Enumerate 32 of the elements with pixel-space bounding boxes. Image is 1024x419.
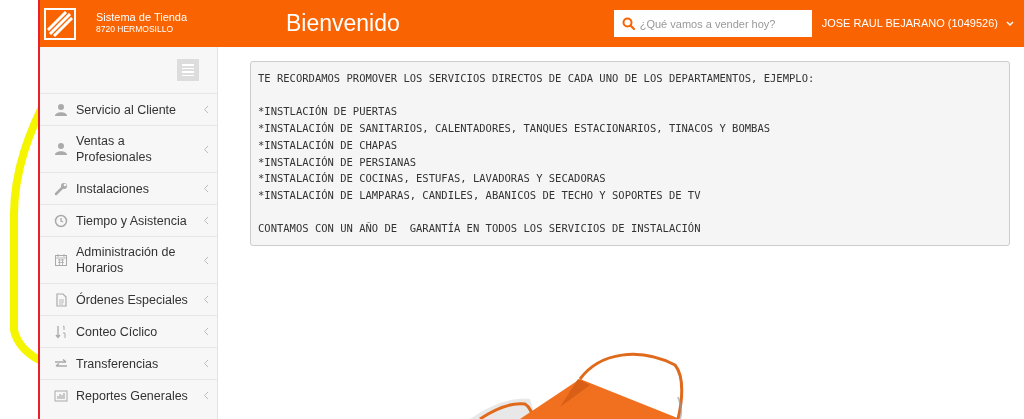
clock-icon <box>54 213 68 228</box>
bar-chart-icon <box>54 388 68 403</box>
system-name: Sistema de Tienda <box>96 11 188 24</box>
sidebar-item[interactable]: Instalaciones <box>40 172 217 204</box>
message-line: CONTAMOS CON UN AÑO DE GARANTÍA EN TODOS LOS SERVICIOS DE INSTALACIÓN <box>258 221 702 237</box>
message-line: *INSTALACIÓN DE LAMPARAS, CANDILES, ABANICOS DE TECHO Y SOPORTES DE TV <box>258 187 702 203</box>
message-line: *INSTALACIÓN DE COCINAS, ESTUFAS, LAVADORAS Y SECADORAS <box>258 171 607 187</box>
caret-icon <box>1006 20 1014 27</box>
message-line: TE RECORDAMOS PROMOVER LOS SERVICIOS DIRECTOS DE CADA UNO DE LOS DEPARTAMENTOS, EJEMPLO: <box>258 71 816 86</box>
logo-icon <box>44 7 76 40</box>
sort-icon <box>54 324 68 339</box>
message-line: *INSTALACIÓN DE PERSIANAS <box>258 154 418 170</box>
calendar-icon <box>54 253 68 267</box>
person-icon <box>54 142 68 156</box>
sidebar-item[interactable]: Órdenes Especiales <box>40 283 217 315</box>
store-name: 8720 HERMOSILLO <box>96 23 174 36</box>
sidebar-item[interactable]: Ventas a Profesionales <box>40 125 217 172</box>
sidebar-item[interactable]: Tiempo y Asistencia <box>40 204 217 236</box>
message-line: *INSTALACIÓN DE CHAPAS <box>258 137 399 153</box>
page-title: Bienvenido <box>286 9 400 39</box>
document-icon <box>54 292 68 307</box>
person-icon <box>54 102 68 117</box>
sidebar-item[interactable]: Administración de Horarios <box>40 236 217 283</box>
menu-toggle-button[interactable] <box>177 59 199 81</box>
sidebar-item[interactable]: Conteo Cíclico <box>40 315 217 347</box>
message-line: *INSTALACIÓN DE SANITARIOS, CALENTADORES, TANQUES ESTACIONARIOS, TINACOS Y BOMBAS <box>258 121 772 137</box>
sidebar-item[interactable]: Transferencias <box>40 347 217 379</box>
sidebar-item[interactable]: Servicio al Cliente <box>40 93 217 125</box>
wrench-icon <box>54 181 68 196</box>
message-line: *INSTLACIÓN DE PUERTAS <box>258 104 399 120</box>
sidebar-item[interactable]: Reportes Generales <box>40 379 217 411</box>
search-field[interactable]: ¿Qué vamos a vender hoy? <box>613 10 812 37</box>
